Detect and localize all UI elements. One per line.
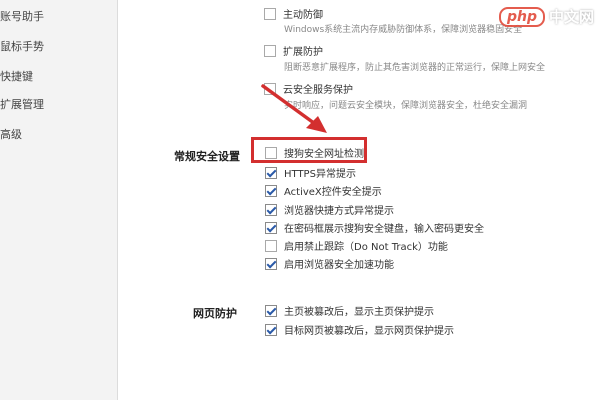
option-label: 启用浏览器安全加速功能 (284, 260, 394, 271)
option-https-warning[interactable]: HTTPS异常提示 (265, 165, 356, 180)
option-security-acceleration[interactable]: 启用浏览器安全加速功能 (265, 256, 394, 271)
checkbox-checked[interactable] (265, 184, 277, 197)
section-label-general-security: 常规安全设置 (174, 150, 240, 163)
option-description: 阻断恶意扩展程序，防止其危害浏览器的正常运行，保障上网安全 (284, 63, 546, 73)
sidebar-item-extensions[interactable]: 扩展管理 (0, 96, 44, 112)
option-description: Windows系统主流内存威胁防御体系，保障浏览器稳固安全 (284, 25, 523, 35)
section-label-web-protection: 网页防护 (193, 307, 237, 320)
option-do-not-track[interactable]: 启用禁止跟踪（Do Not Track）功能 (265, 238, 448, 253)
checkbox[interactable] (264, 82, 276, 95)
settings-sidebar: 账号助手 鼠标手势 快捷键 扩展管理 高级 (0, 0, 118, 400)
option-label: 扩展防护 (283, 47, 323, 58)
option-label: ActiveX控件安全提示 (284, 187, 382, 198)
checkbox-checked[interactable] (265, 221, 277, 234)
option-label: 浏览器快捷方式异常提示 (284, 206, 394, 217)
sidebar-item-shortcuts[interactable]: 快捷键 (0, 68, 33, 84)
checkbox-checked[interactable] (265, 166, 277, 179)
option-label: 主动防御 (283, 10, 323, 21)
checkbox[interactable] (264, 7, 276, 20)
option-cloud-security[interactable]: 云安全服务保护 (264, 81, 353, 96)
checkbox-checked[interactable] (265, 304, 277, 317)
option-shortcut-warning[interactable]: 浏览器快捷方式异常提示 (265, 202, 394, 217)
option-sogou-url-check[interactable]: 搜狗安全网址检测 (265, 145, 364, 160)
option-label: 主页被篡改后，显示主页保护提示 (284, 307, 434, 318)
option-description: 实时响应，问题云安全模块，保障浏览器安全，杜绝安全漏洞 (284, 101, 528, 111)
sidebar-item-mouse-gestures[interactable]: 鼠标手势 (0, 38, 44, 54)
option-label: 搜狗安全网址检测 (284, 149, 364, 160)
checkbox[interactable] (264, 44, 276, 57)
checkbox[interactable] (265, 146, 277, 159)
checkbox-checked[interactable] (265, 203, 277, 216)
option-label: 云安全服务保护 (283, 85, 353, 96)
sidebar-item-advanced[interactable]: 高级 (0, 126, 22, 142)
option-webpage-protection[interactable]: 目标网页被篡改后，显示网页保护提示 (265, 322, 454, 337)
sidebar-item-account-assistant[interactable]: 账号助手 (0, 8, 44, 24)
option-label: 目标网页被篡改后，显示网页保护提示 (284, 326, 454, 337)
option-active-defense[interactable]: 主动防御 (264, 6, 323, 21)
option-label: 启用禁止跟踪（Do Not Track）功能 (284, 242, 448, 253)
checkbox[interactable] (265, 239, 277, 252)
option-secure-keyboard[interactable]: 在密码框展示搜狗安全键盘，输入密码更安全 (265, 220, 484, 235)
watermark: php 中文网 (498, 6, 594, 27)
watermark-logo: php (498, 6, 545, 27)
option-label: HTTPS异常提示 (284, 169, 356, 180)
checkbox-checked[interactable] (265, 257, 277, 270)
option-activex-warning[interactable]: ActiveX控件安全提示 (265, 183, 382, 198)
watermark-text: 中文网 (548, 8, 594, 26)
option-extension-protection[interactable]: 扩展防护 (264, 43, 323, 58)
option-homepage-protection[interactable]: 主页被篡改后，显示主页保护提示 (265, 303, 434, 318)
checkbox-checked[interactable] (265, 323, 277, 336)
option-label: 在密码框展示搜狗安全键盘，输入密码更安全 (284, 224, 484, 235)
